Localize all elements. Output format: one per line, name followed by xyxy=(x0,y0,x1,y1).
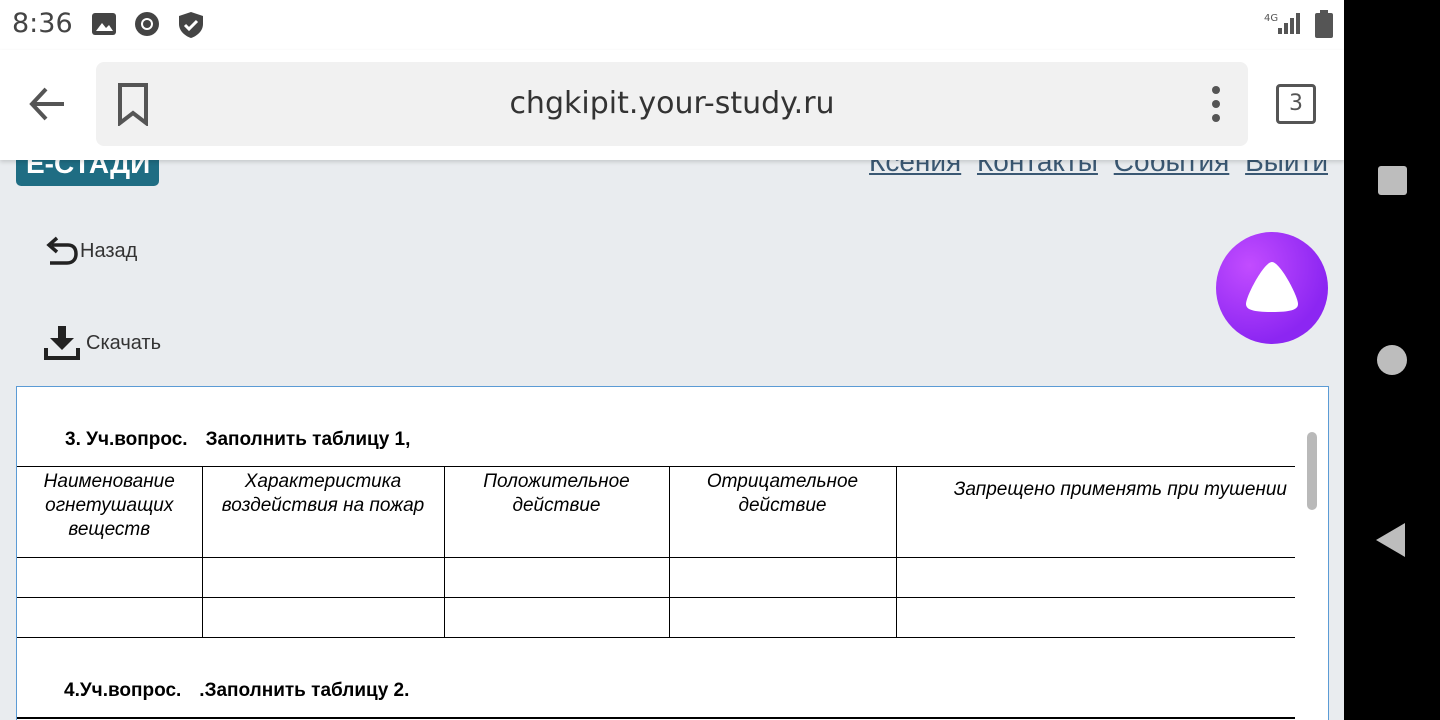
table-header-cell: Характеристика воздействия на пожар xyxy=(201,466,445,558)
table-header-cell: Положительное действие xyxy=(443,466,670,558)
undo-arrow-icon xyxy=(46,236,78,265)
table-cell xyxy=(201,557,445,598)
table-row xyxy=(17,597,1295,638)
table-cell xyxy=(443,557,670,598)
table-2-top-border xyxy=(17,717,1295,719)
link-logout[interactable]: Выйти xyxy=(1245,160,1328,177)
table-header-cell: Запрещено применять при тушении xyxy=(895,466,1295,558)
table-header-cell: Наименование огнетушащих веществ xyxy=(17,466,203,558)
alice-assistant-button[interactable] xyxy=(1216,232,1328,344)
status-bar: 8:36 4G xyxy=(0,0,1344,50)
document-viewer[interactable]: 3. Уч.вопрос. Заполнить таблицу 1, Наимен… xyxy=(16,386,1329,720)
download-label: Скачать xyxy=(86,331,161,354)
shield-check-icon xyxy=(179,12,203,38)
recents-button[interactable] xyxy=(1378,166,1407,195)
alice-icon xyxy=(1246,262,1298,312)
download-icon xyxy=(44,326,80,360)
header-links: Ксения Контакты События Выйти xyxy=(861,160,1328,178)
home-button[interactable] xyxy=(1377,345,1407,375)
table-cell xyxy=(895,597,1295,638)
table-cell xyxy=(17,597,203,638)
4g-signal-icon: 4G xyxy=(1264,10,1304,43)
browser-toolbar: chgkipit.your-study.ru 3 xyxy=(0,50,1344,160)
back-arrow-icon[interactable] xyxy=(26,84,70,124)
chrome-icon xyxy=(135,12,159,36)
download-button[interactable]: Скачать xyxy=(44,326,161,360)
table-1: Наименование огнетушащих веществ Характе… xyxy=(17,466,1295,638)
battery-icon xyxy=(1315,10,1333,38)
question-3: 3. Уч.вопрос. Заполнить таблицу 1, xyxy=(65,429,410,451)
web-page: Е-СТАДИ Ксения Контакты События Выйти На… xyxy=(0,160,1344,720)
table-row xyxy=(17,557,1295,598)
q4-label: 4.Уч.вопрос. xyxy=(64,680,182,701)
svg-text:4G: 4G xyxy=(1264,13,1278,24)
table-header-cell: Отрицательное действие xyxy=(668,466,897,558)
q4-text: .Заполнить таблицу 2. xyxy=(199,680,410,701)
address-bar[interactable]: chgkipit.your-study.ru xyxy=(96,62,1248,146)
table-cell xyxy=(895,557,1295,598)
table-header-row: Наименование огнетушащих веществ Характе… xyxy=(17,466,1295,558)
link-events[interactable]: События xyxy=(1114,160,1230,177)
q3-label: 3. Уч.вопрос. xyxy=(65,429,188,450)
table-cell xyxy=(443,597,670,638)
q3-text: Заполнить таблицу 1, xyxy=(205,429,411,450)
back-button[interactable]: Назад xyxy=(44,235,137,267)
table-cell xyxy=(668,597,897,638)
link-contacts[interactable]: Контакты xyxy=(977,160,1098,177)
table-cell xyxy=(668,557,897,598)
link-user[interactable]: Ксения xyxy=(869,160,961,177)
url-text[interactable]: chgkipit.your-study.ru xyxy=(96,86,1248,121)
question-4: 4.Уч.вопрос. .Заполнить таблицу 2. xyxy=(64,680,409,702)
table-cell xyxy=(17,557,203,598)
status-time: 8:36 xyxy=(12,8,73,39)
back-label: Назад xyxy=(80,239,138,262)
image-icon xyxy=(92,13,116,35)
nav-back-button[interactable] xyxy=(1376,523,1405,557)
tab-switcher-button[interactable]: 3 xyxy=(1276,84,1316,124)
menu-dots-icon[interactable] xyxy=(1202,84,1230,124)
site-logo[interactable]: Е-СТАДИ xyxy=(16,160,159,186)
document-scrollbar[interactable] xyxy=(1307,432,1317,510)
table-cell xyxy=(201,597,445,638)
